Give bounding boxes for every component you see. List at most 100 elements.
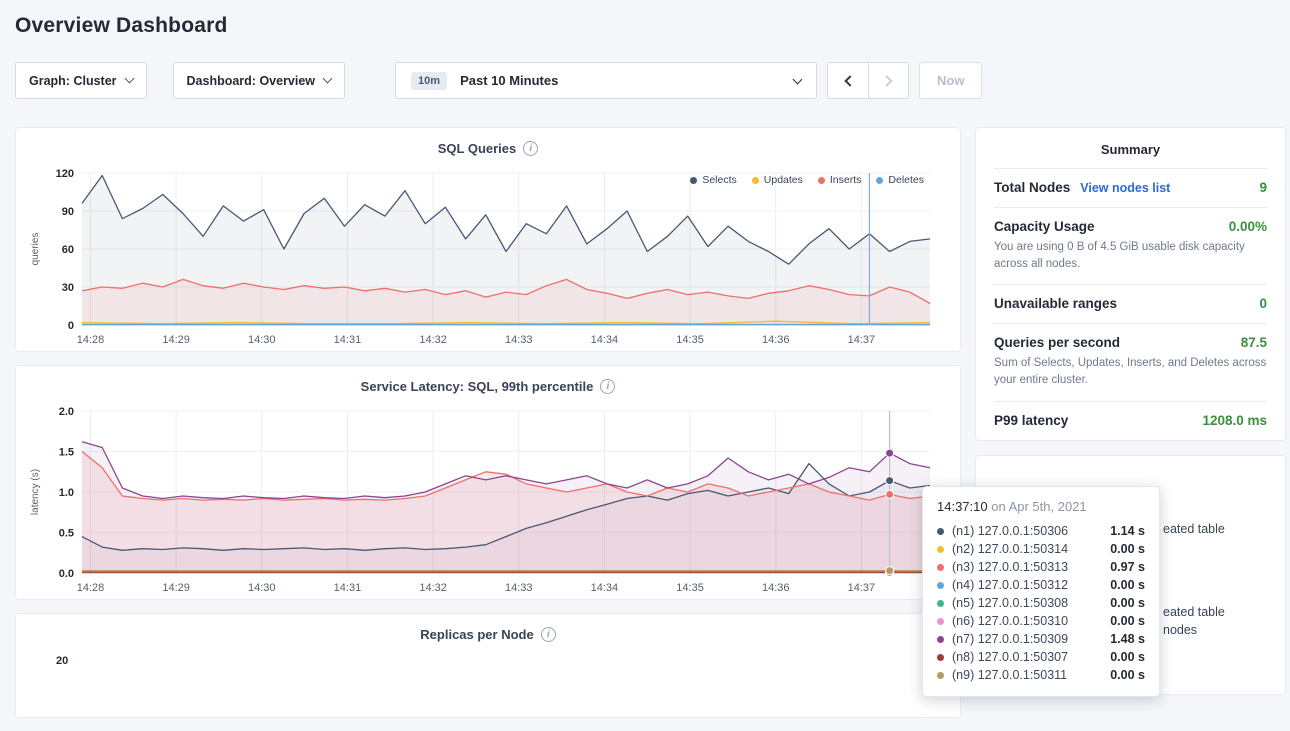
tooltip-node-value: 0.00 s: [1110, 614, 1145, 628]
summary-value: 87.5: [1241, 335, 1267, 350]
chart-tooltip: 14:37:10 on Apr 5th, 2021 (n1) 127.0.0.1…: [922, 486, 1160, 697]
svg-text:14:34: 14:34: [591, 582, 619, 594]
dashboard-dropdown[interactable]: Dashboard: Overview: [173, 62, 346, 99]
svg-text:14:31: 14:31: [334, 582, 362, 594]
tooltip-rows: (n1) 127.0.0.1:503061.14 s(n2) 127.0.0.1…: [937, 522, 1145, 684]
tooltip-time: 14:37:10: [937, 499, 988, 514]
series-dot: [752, 177, 759, 184]
svg-text:14:32: 14:32: [419, 334, 447, 346]
event-item-fragment[interactable]: eated table: [1163, 522, 1225, 536]
svg-text:14:33: 14:33: [505, 334, 533, 346]
summary-row-p99-latency: P99 latency 1208.0 ms: [994, 401, 1267, 440]
tooltip-node-value: 0.00 s: [1110, 668, 1145, 682]
page-title: Overview Dashboard: [15, 14, 1290, 38]
prev-range-button[interactable]: [828, 63, 868, 98]
summary-row-total-nodes: Total Nodes View nodes list 9: [994, 168, 1267, 207]
tooltip-row: (n3) 127.0.0.1:50313 0.97 s: [937, 558, 1145, 576]
chevron-down-icon: [793, 75, 803, 85]
event-item-fragment[interactable]: nodes: [1163, 623, 1197, 637]
event-item-fragment[interactable]: eated table: [1163, 605, 1225, 619]
next-range-button[interactable]: [868, 63, 908, 98]
chart-title: SQL Queries: [438, 141, 517, 156]
tooltip-node-label: (n2) 127.0.0.1:50314: [952, 542, 1068, 556]
svg-text:60: 60: [62, 244, 74, 256]
now-button[interactable]: Now: [919, 62, 982, 99]
chart-title: Replicas per Node: [420, 627, 533, 642]
summary-label: Unavailable ranges: [994, 296, 1117, 311]
chart-title-row: Replicas per Node i: [16, 614, 960, 645]
tooltip-node-label: (n3) 127.0.0.1:50313: [952, 560, 1068, 574]
svg-text:14:35: 14:35: [676, 334, 704, 346]
tooltip-node-label: (n8) 127.0.0.1:50307: [952, 650, 1068, 664]
tooltip-node-value: 0.00 s: [1110, 650, 1145, 664]
svg-text:120: 120: [56, 168, 74, 180]
legend-item-inserts[interactable]: Inserts: [818, 174, 862, 186]
series-dot: [690, 177, 697, 184]
svg-text:90: 90: [62, 206, 74, 218]
series-dot: [876, 177, 883, 184]
summary-value: 1208.0 ms: [1202, 413, 1267, 428]
tooltip-row: (n2) 127.0.0.1:50314 0.00 s: [937, 540, 1145, 558]
svg-text:14:29: 14:29: [162, 582, 190, 594]
chevron-down-icon: [124, 74, 134, 84]
legend-item-selects[interactable]: Selects: [690, 174, 736, 186]
tooltip-row: (n6) 127.0.0.1:50310 0.00 s: [937, 612, 1145, 630]
time-range-badge: 10m: [411, 72, 447, 90]
tooltip-node-label: (n6) 127.0.0.1:50310: [952, 614, 1068, 628]
series-dot: [937, 582, 944, 589]
svg-text:0.5: 0.5: [59, 528, 74, 540]
tooltip-row: (n8) 127.0.0.1:50307 0.00 s: [937, 648, 1145, 666]
svg-text:14:36: 14:36: [762, 582, 790, 594]
svg-text:14:34: 14:34: [591, 334, 619, 346]
summary-label: Queries per second: [994, 335, 1120, 350]
svg-text:14:36: 14:36: [762, 334, 790, 346]
summary-row-unavailable-ranges: Unavailable ranges 0: [994, 284, 1267, 323]
tooltip-row: (n5) 127.0.0.1:503080.00 s: [937, 594, 1145, 612]
summary-label: P99 latency: [994, 413, 1068, 428]
time-pager: [827, 62, 909, 99]
info-icon[interactable]: i: [523, 141, 538, 156]
summary-row-capacity-usage: Capacity Usage 0.00% You are using 0 B o…: [994, 207, 1267, 284]
series-dot: [937, 636, 944, 643]
svg-text:queries: queries: [30, 233, 41, 266]
svg-text:latency (s): latency (s): [30, 469, 41, 515]
series-dot: [937, 618, 944, 625]
svg-text:14:29: 14:29: [162, 334, 190, 346]
tooltip-row: (n9) 127.0.0.1:503110.00 s: [937, 666, 1145, 684]
summary-label: Total Nodes: [994, 180, 1070, 195]
tooltip-node-label: (n1) 127.0.0.1:50306: [952, 524, 1068, 538]
summary-value: 0: [1259, 296, 1267, 311]
summary-label: Capacity Usage: [994, 219, 1095, 234]
info-icon[interactable]: i: [600, 379, 615, 394]
tooltip-title: 14:37:10 on Apr 5th, 2021: [937, 499, 1145, 514]
graph-dropdown[interactable]: Graph: Cluster: [15, 62, 147, 99]
y-axis-tick: 20: [56, 655, 950, 667]
summary-panel: Summary Total Nodes View nodes list 9 Ca…: [975, 127, 1286, 441]
summary-value: 9: [1259, 180, 1267, 195]
chevron-left-icon: [844, 75, 855, 86]
replicas-per-node-panel: Replicas per Node i 20: [15, 613, 961, 718]
series-dot: [937, 672, 944, 679]
charts-column: SQL Queries i Selects Updates Inserts Delet…: [15, 127, 961, 731]
service-latency-chart[interactable]: 14:2814:2914:3014:3114:3214:3314:3414:35…: [26, 401, 950, 597]
legend-item-deletes[interactable]: Deletes: [876, 174, 924, 186]
replicas-per-node-chart[interactable]: 20: [26, 655, 950, 715]
info-icon[interactable]: i: [541, 627, 556, 642]
svg-text:2.0: 2.0: [59, 406, 74, 418]
chart-title: Service Latency: SQL, 99th percentile: [361, 379, 594, 394]
tooltip-node-value: 0.00 s: [1110, 542, 1145, 556]
controls-bar: Graph: Cluster Dashboard: Overview 10m P…: [15, 62, 1286, 99]
legend-item-updates[interactable]: Updates: [752, 174, 803, 186]
chevron-down-icon: [323, 74, 333, 84]
svg-text:14:35: 14:35: [676, 582, 704, 594]
tooltip-row: (n7) 127.0.0.1:503091.48 s: [937, 630, 1145, 648]
svg-text:14:32: 14:32: [419, 582, 447, 594]
summary-row-queries-per-second: Queries per second 87.5 Sum of Selects, …: [994, 323, 1267, 400]
time-range-selector[interactable]: 10m Past 10 Minutes: [395, 62, 817, 99]
svg-text:30: 30: [62, 282, 74, 294]
view-nodes-link[interactable]: View nodes list: [1080, 181, 1170, 195]
tooltip-node-value: 0.97 s: [1110, 560, 1145, 574]
summary-subtext: Sum of Selects, Updates, Inserts, and De…: [994, 355, 1267, 388]
svg-text:14:37: 14:37: [848, 334, 876, 346]
sql-queries-chart[interactable]: 14:2814:2914:3014:3114:3214:3314:3414:35…: [26, 163, 950, 349]
